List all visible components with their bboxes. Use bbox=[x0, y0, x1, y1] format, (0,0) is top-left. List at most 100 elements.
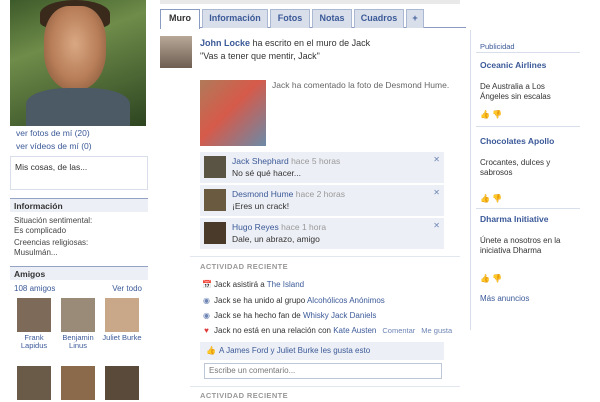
activity-text: Jack asistirá a bbox=[214, 280, 265, 289]
info-line: Es complicado bbox=[14, 226, 67, 235]
ads-label: Publicidad bbox=[480, 42, 515, 51]
tab-info[interactable]: Información bbox=[202, 9, 268, 28]
activity-item: ♥ Jack no está en una relación con Kate A… bbox=[202, 326, 452, 335]
top-strip bbox=[160, 0, 460, 4]
friend-item[interactable] bbox=[102, 366, 142, 402]
friend-item[interactable] bbox=[14, 366, 54, 402]
ad-rating-icons[interactable]: 👍 👎 bbox=[480, 194, 502, 203]
commenter-avatar[interactable] bbox=[204, 189, 226, 211]
heart-icon: ♥ bbox=[204, 326, 209, 335]
activity-item: ◉ Jack se ha hecho fan de Whisky Jack Dan… bbox=[202, 311, 376, 320]
ad-body: Únete a nosotros en la iniciativa Dharma bbox=[480, 236, 561, 255]
post-author-avatar[interactable] bbox=[160, 36, 192, 68]
delete-comment-icon[interactable]: ✕ bbox=[433, 155, 440, 164]
tab-boxes[interactable]: Cuadros bbox=[354, 9, 404, 28]
activity-text: Jack se ha unido al grupo bbox=[214, 296, 306, 305]
friend-avatar bbox=[17, 298, 51, 332]
likes-bar: 👍 A James Ford y Juliet Burke les gusta e… bbox=[200, 342, 444, 360]
friend-name: Benjamin Linus bbox=[62, 333, 94, 350]
tab-photos[interactable]: Fotos bbox=[270, 9, 310, 28]
activity-link[interactable]: Whisky Jack Daniels bbox=[303, 311, 376, 320]
tab-notes[interactable]: Notas bbox=[312, 9, 352, 28]
tab-wall[interactable]: Muro bbox=[160, 9, 200, 29]
friends-section-title: Amigos bbox=[10, 266, 148, 280]
commenter-name[interactable]: Jack Shephard hace 5 horas bbox=[232, 156, 340, 166]
post-author-link[interactable]: John Locke bbox=[200, 38, 250, 48]
post-header: John Locke ha escrito en el muro de Jack bbox=[200, 38, 370, 48]
comment-item: Hugo Reyes hace 1 hora Dale, un abrazo, … bbox=[200, 218, 444, 250]
profile-photo[interactable] bbox=[10, 0, 146, 126]
ad-divider bbox=[476, 52, 580, 53]
comment-time: hace 1 hora bbox=[281, 222, 327, 232]
like-link[interactable]: Me gusta bbox=[421, 326, 452, 335]
ad-title[interactable]: Oceanic Airlines bbox=[480, 60, 560, 70]
friend-avatar bbox=[17, 366, 51, 400]
activity-text: Jack se ha hecho fan de bbox=[214, 311, 301, 320]
commenter-name-text[interactable]: Desmond Hume bbox=[232, 189, 293, 199]
divider bbox=[190, 256, 460, 257]
ad-rating-icons[interactable]: 👍 👎 bbox=[480, 274, 502, 283]
friend-name: Frank Lapidus bbox=[20, 333, 48, 350]
delete-comment-icon[interactable]: ✕ bbox=[433, 188, 440, 197]
info-section-title: Información bbox=[10, 198, 148, 212]
videos-of-me-link[interactable]: ver vídeos de mí (0) bbox=[16, 141, 92, 151]
comment-input[interactable]: Escribe un comentario... bbox=[204, 363, 442, 379]
friends-count-link[interactable]: 108 amigos bbox=[14, 284, 55, 293]
info-line: Creencias religiosas: bbox=[14, 238, 89, 247]
group-icon: ◉ bbox=[203, 311, 210, 320]
likes-text[interactable]: A James Ford y Juliet Burke les gusta es… bbox=[219, 346, 370, 355]
activity-item: 📅 Jack asistirá a The Island bbox=[202, 280, 304, 289]
friend-avatar bbox=[105, 366, 139, 400]
ad-title[interactable]: Dharma Initiative bbox=[480, 214, 560, 224]
profile-photo-shirt bbox=[26, 88, 130, 126]
tagged-photo-caption: Jack ha comentado la foto de Desmond Hum… bbox=[272, 80, 450, 90]
commenter-name-text[interactable]: Hugo Reyes bbox=[232, 222, 279, 232]
ad-title[interactable]: Chocolates Apollo bbox=[480, 136, 560, 146]
info-line: Musulmán... bbox=[14, 248, 58, 257]
commenter-name[interactable]: Hugo Reyes hace 1 hora bbox=[232, 222, 326, 232]
calendar-icon: 📅 bbox=[202, 280, 212, 289]
commenter-name-text[interactable]: Jack Shephard bbox=[232, 156, 289, 166]
ad-body: Crocantes, dulces y sabrosos bbox=[480, 158, 551, 177]
profile-bio: Mis cosas, de las... bbox=[10, 156, 148, 190]
thumbs-up-icon: 👍 bbox=[206, 346, 216, 355]
photos-of-me-link[interactable]: ver fotos de mí (20) bbox=[16, 128, 90, 138]
group-icon: ◉ bbox=[203, 296, 210, 305]
ad-rating-icons[interactable]: 👍 👎 bbox=[480, 110, 502, 119]
info-line: Situación sentimental: bbox=[14, 216, 93, 225]
comment-time: hace 2 horas bbox=[295, 189, 345, 199]
friend-item[interactable]: Benjamin Linus bbox=[58, 298, 98, 350]
comment-time: hace 5 horas bbox=[291, 156, 341, 166]
activity-item: ◉ Jack se ha unido al grupo Alcohólicos A… bbox=[202, 296, 385, 305]
left-column: ver fotos de mí (20) ver vídeos de mí (0… bbox=[10, 0, 148, 400]
add-tab-button[interactable]: + bbox=[406, 9, 424, 28]
friend-item[interactable]: Juliet Burke bbox=[102, 298, 142, 342]
delete-comment-icon[interactable]: ✕ bbox=[433, 221, 440, 230]
activity-link[interactable]: The Island bbox=[267, 280, 304, 289]
more-ads-link[interactable]: Más anuncios bbox=[480, 294, 529, 303]
tagged-photo-thumbnail[interactable] bbox=[200, 80, 266, 146]
friend-item[interactable]: Frank Lapidus bbox=[14, 298, 54, 350]
comment-item: Desmond Hume hace 2 horas ¡Eres un crack… bbox=[200, 185, 444, 217]
profile-photo-face bbox=[44, 6, 106, 90]
friend-name: Juliet Burke bbox=[102, 333, 142, 342]
friend-avatar bbox=[105, 298, 139, 332]
divider bbox=[190, 386, 460, 387]
friend-item[interactable] bbox=[58, 366, 98, 402]
commenter-name[interactable]: Desmond Hume hace 2 horas bbox=[232, 189, 345, 199]
recent-activity-title: ACTIVIDAD RECIENTE bbox=[200, 391, 289, 400]
commenter-avatar[interactable] bbox=[204, 222, 226, 244]
see-all-friends-link[interactable]: Ver todo bbox=[112, 284, 142, 293]
comment-item: Jack Shephard hace 5 horas No sé qué hac… bbox=[200, 152, 444, 184]
ad-divider bbox=[476, 126, 580, 127]
comment-link[interactable]: Comentar bbox=[382, 326, 415, 335]
comment-text: No sé qué hacer... bbox=[232, 168, 301, 178]
friend-avatar bbox=[61, 366, 95, 400]
activity-link[interactable]: Kate Austen bbox=[333, 326, 376, 335]
recent-activity-title: ACTIVIDAD RECIENTE bbox=[200, 262, 289, 271]
ad-body: De Australia a Los Ángeles sin escalas bbox=[480, 82, 551, 101]
activity-link[interactable]: Alcohólicos Anónimos bbox=[307, 296, 385, 305]
ad-divider bbox=[476, 208, 580, 209]
ads-column-border bbox=[470, 30, 471, 330]
commenter-avatar[interactable] bbox=[204, 156, 226, 178]
